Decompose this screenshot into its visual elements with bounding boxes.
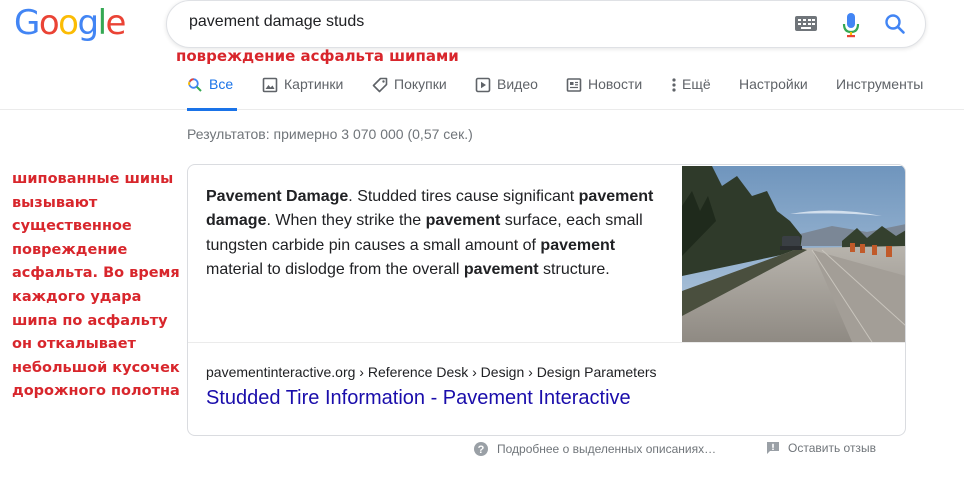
tab-label: Картинки	[284, 76, 344, 92]
keyboard-icon[interactable]	[795, 16, 817, 31]
tab-shopping[interactable]: Покупки	[372, 76, 447, 108]
result-breadcrumb[interactable]: pavementinteractive.org › Reference Desk…	[206, 364, 657, 380]
more-vert-icon	[672, 78, 676, 92]
search-box[interactable]: pavement damage studs	[166, 0, 926, 48]
news-icon	[566, 78, 582, 92]
tab-label: Новости	[588, 76, 643, 92]
about-snippets-label: Подробнее о выделенных описаниях…	[497, 442, 717, 456]
translation-side-note: шипованные шины вызывают существенное по…	[12, 171, 180, 400]
tab-label: Все	[209, 76, 234, 92]
snippet-text-part: . When they strike the	[266, 212, 426, 230]
snippet-bold: Pavement Damage	[206, 188, 349, 205]
tab-videos[interactable]: Видео	[475, 76, 538, 108]
snippet-bold: pavement	[425, 212, 501, 230]
search-icon[interactable]	[881, 10, 909, 38]
google-logo[interactable]: Google	[14, 3, 127, 43]
logo-letter: o	[38, 3, 60, 43]
tag-icon	[372, 77, 388, 93]
tab-label: Видео	[497, 76, 538, 92]
result-title-link[interactable]: Studded Tire Information - Pavement Inte…	[206, 387, 631, 410]
tab-settings[interactable]: Настройки	[739, 76, 808, 108]
search-icon	[188, 78, 202, 92]
tab-all[interactable]: Все	[187, 76, 237, 111]
logo-letter: o	[58, 3, 79, 43]
translation-note: повреждение асфальта шипами	[176, 47, 459, 65]
featured-snippet-card: Pavement Damage. Studded tires cause sig…	[187, 164, 906, 436]
tab-images[interactable]: Картинки	[262, 76, 343, 108]
about-snippets-link[interactable]: ? Подробнее о выделенных описаниях…	[473, 441, 716, 457]
tab-label: Покупки	[394, 76, 447, 92]
highway-photo[interactable]	[682, 166, 906, 342]
snippet-bold: pavement	[540, 236, 616, 254]
logo-letter: g	[77, 3, 99, 43]
result-stats: Результатов: примерно 3 070 000 (0,57 се…	[187, 126, 473, 142]
svg-text:?: ?	[478, 444, 485, 456]
snippet-text: Pavement Damage. Studded tires cause sig…	[206, 185, 676, 282]
card-divider	[188, 342, 905, 343]
tab-more[interactable]: Ещё	[671, 76, 711, 108]
logo-letter: e	[105, 3, 127, 43]
tab-label: Инструменты	[836, 76, 924, 92]
snippet-text-part: structure.	[538, 260, 610, 278]
search-input[interactable]: pavement damage studs	[189, 13, 364, 31]
feedback-link[interactable]: Оставить отзыв	[766, 441, 876, 455]
feedback-label: Оставить отзыв	[788, 441, 876, 455]
search-tabs: Все Картинки Покупки Видео Новости Ещё Н…	[0, 70, 964, 111]
play-icon	[475, 77, 491, 93]
help-icon: ?	[474, 442, 488, 456]
image-icon	[262, 77, 278, 93]
tab-label: Ещё	[682, 76, 711, 92]
tab-label: Настройки	[739, 76, 808, 92]
logo-letter: l	[97, 3, 107, 43]
feedback-icon	[767, 442, 779, 454]
microphone-icon[interactable]	[837, 9, 865, 41]
tab-news[interactable]: Новости	[566, 76, 642, 108]
snippet-text-part: . Studded tires cause significant	[348, 188, 579, 205]
snippet-bold: pavement	[463, 260, 539, 278]
tab-tools[interactable]: Инструменты	[836, 76, 923, 108]
snippet-text-part: material to dislodge from the overall	[206, 260, 464, 278]
logo-letter: G	[14, 3, 40, 43]
